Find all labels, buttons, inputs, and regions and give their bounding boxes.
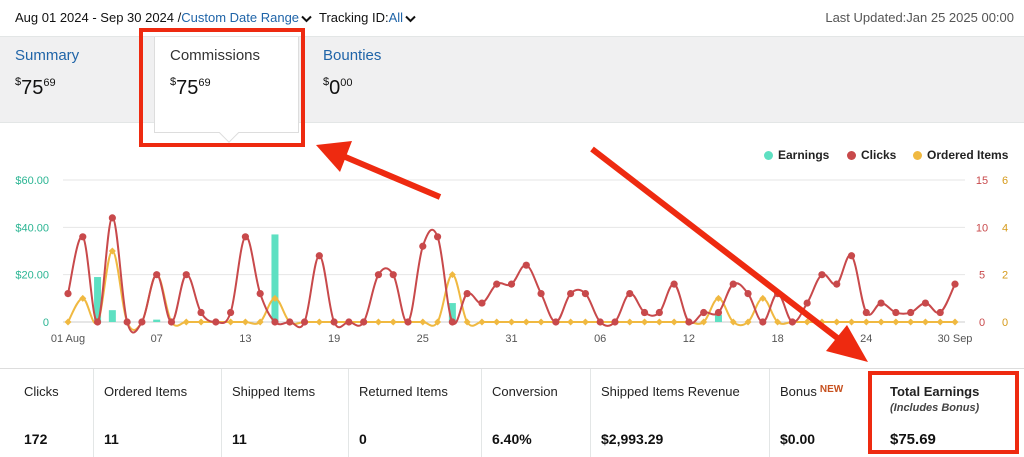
arrow-to-total-earnings xyxy=(590,146,868,362)
arrow-to-commissions xyxy=(316,141,442,200)
annotation-arrows xyxy=(316,141,868,362)
